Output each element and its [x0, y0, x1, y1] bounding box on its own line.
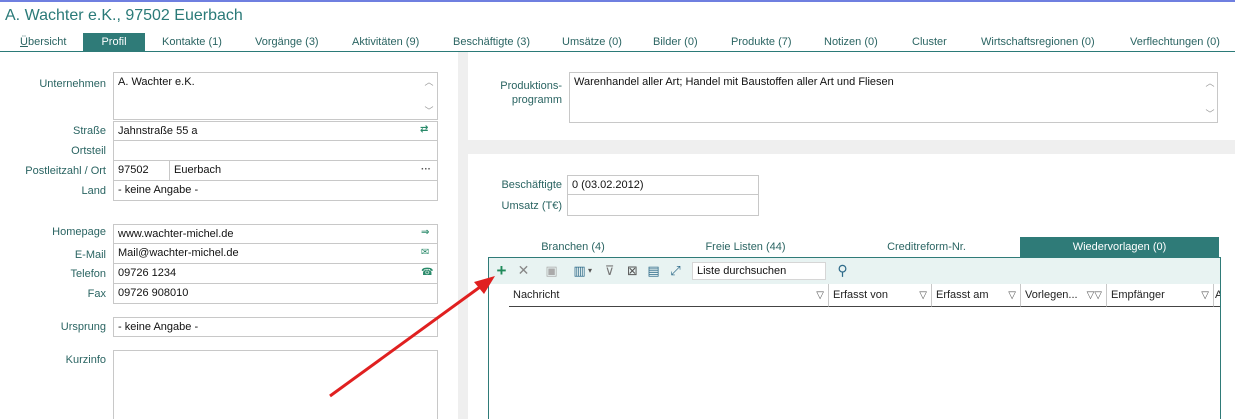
tab-verflechtungen[interactable]: Verflechtungen (0) [1130, 33, 1220, 52]
vertical-splitter[interactable] [458, 52, 468, 419]
produktion-scroll-up-icon[interactable]: ︿ [1204, 76, 1216, 89]
column-header-erfasst-von[interactable]: Erfasst von ▽ [829, 284, 932, 307]
subtab-wiedervorlagen[interactable]: Wiedervorlagen (0) [1020, 237, 1219, 257]
phone-icon[interactable]: ☎ [421, 267, 433, 278]
horizontal-splitter[interactable] [468, 140, 1235, 154]
layout-icon[interactable]: ▤ [645, 262, 662, 279]
tab-beschaeftigte[interactable]: Beschäftigte (3) [453, 33, 530, 52]
plz-ort-label: Postleitzahl / Ort [25, 165, 106, 177]
ursprung-field[interactable]: - keine Angabe - [113, 317, 438, 337]
sub-tabbar: Branchen (4) Freie Listen (44) Creditref… [488, 237, 1220, 257]
kurzinfo-field[interactable] [113, 350, 438, 419]
tab-kontakte[interactable]: Kontakte (1) [162, 33, 222, 52]
open-web-icon[interactable]: ⇒ [421, 227, 429, 238]
page-title: A. Wachter e.K., 97502 Euerbach [5, 7, 243, 24]
fullscreen-icon[interactable]: ⤢ [667, 262, 684, 279]
funnel-icon[interactable]: ▽ [1201, 284, 1209, 307]
scroll-up-icon[interactable]: ︿ [423, 75, 435, 88]
edit-icon[interactable]: ▣ [543, 262, 560, 279]
telefon-label: Telefon [70, 268, 106, 280]
umsatz-field[interactable] [567, 195, 759, 216]
kurzinfo-label: Kurzinfo [65, 354, 106, 366]
subtab-freie-listen[interactable]: Freie Listen (44) [658, 237, 833, 257]
funnel-icon[interactable]: ▽▽ [1087, 284, 1102, 307]
produktion-label: Produktions- programm [500, 80, 562, 106]
column-header-nachricht[interactable]: Nachricht ▽ [509, 284, 829, 307]
subtab-branchen[interactable]: Branchen (4) [488, 237, 658, 257]
funnel-icon[interactable]: ▽ [816, 284, 824, 307]
excel-export-icon[interactable]: ⊠ [624, 262, 641, 279]
fax-field[interactable]: 09726 908010 [113, 284, 438, 304]
strasse-label: Straße [72, 125, 106, 137]
tab-produkte[interactable]: Produkte (7) [731, 33, 792, 52]
unternehmen-field[interactable]: A. Wachter e.K. [113, 72, 438, 120]
tab-notizen[interactable]: Notizen (0) [824, 33, 878, 52]
email-field[interactable]: Mail@wachter-michel.de [113, 244, 438, 264]
column-header-vorlegen[interactable]: Vorlegen... ▽▽ [1021, 284, 1107, 307]
grid-toolbar: + ✕ ▣ ▥ ▾ ⊽ ⊠ ▤ ⤢ Liste durchsuchen ⚲ [489, 258, 1220, 284]
window-top-border [0, 0, 1235, 2]
ursprung-label: Ursprung [60, 321, 106, 333]
email-label: E-Mail [74, 249, 106, 261]
map-route-icon[interactable]: ⇄ [420, 124, 428, 135]
funnel-icon[interactable]: ▽ [1008, 284, 1016, 307]
chevron-down-icon[interactable]: ▾ [586, 262, 594, 279]
ellipsis-icon[interactable]: ··· [421, 164, 431, 175]
funnel-icon[interactable]: ▽ [919, 284, 927, 307]
plus-icon[interactable]: + [493, 262, 510, 279]
send-mail-icon[interactable]: ✉ [421, 247, 429, 258]
column-header-truncated[interactable]: A [1214, 284, 1220, 307]
tab-bilder[interactable]: Bilder (0) [653, 33, 698, 52]
beschaeftigte-field[interactable]: 0 (03.02.2012) [567, 175, 759, 195]
unternehmen-label: Unternehmen [39, 78, 106, 90]
land-field[interactable]: - keine Angabe - [113, 181, 438, 201]
wiedervorlagen-grid: + ✕ ▣ ▥ ▾ ⊽ ⊠ ▤ ⤢ Liste durchsuchen ⚲ Na… [488, 257, 1221, 419]
column-header-empfaenger[interactable]: Empfänger ▽ [1107, 284, 1214, 307]
beschaeftigte-label: Beschäftigte [501, 179, 562, 191]
tab-wirtschaftsregionen[interactable]: Wirtschaftsregionen (0) [981, 33, 1095, 52]
ortsteil-label: Ortsteil [71, 145, 106, 157]
strasse-field[interactable]: Jahnstraße 55 a [113, 121, 438, 141]
umsatz-label: Umsatz (T€) [501, 200, 563, 212]
column-header-erfasst-am[interactable]: Erfasst am ▽ [932, 284, 1021, 307]
x-icon[interactable]: ✕ [515, 262, 532, 279]
tab-vorgaenge[interactable]: Vorgänge (3) [255, 33, 319, 52]
produktion-scroll-down-icon[interactable]: ﹀ [1204, 107, 1216, 120]
tab-aktivitaeten[interactable]: Aktivitäten (9) [352, 33, 419, 52]
subtab-creditreform[interactable]: Creditreform-Nr. [833, 237, 1020, 257]
clear-filter-icon[interactable]: ⊽ [601, 262, 618, 279]
plz-field[interactable]: 97502 [113, 161, 170, 181]
fax-label: Fax [87, 288, 106, 300]
homepage-label: Homepage [52, 226, 106, 238]
homepage-field[interactable]: www.wachter-michel.de [113, 224, 438, 244]
tab-umsaetze[interactable]: Umsätze (0) [562, 33, 622, 52]
magnifier-icon[interactable]: ⚲ [834, 262, 851, 279]
land-label: Land [81, 185, 106, 197]
produktion-field[interactable]: Warenhandel aller Art; Handel mit Bausto… [569, 72, 1218, 123]
ortsteil-field[interactable] [113, 141, 438, 161]
ort-field[interactable]: Euerbach [169, 161, 438, 181]
tab-uebersicht[interactable]: Übersicht [20, 33, 66, 52]
grid-search-input[interactable]: Liste durchsuchen [692, 262, 826, 280]
telefon-field[interactable]: 09726 1234 [113, 264, 438, 284]
tab-profil[interactable]: Profil [83, 33, 145, 52]
scroll-down-icon[interactable]: ﹀ [423, 104, 435, 117]
main-tabbar: Übersicht Profil Kontakte (1) Vorgänge (… [0, 33, 1235, 52]
tab-cluster[interactable]: Cluster [912, 33, 947, 52]
